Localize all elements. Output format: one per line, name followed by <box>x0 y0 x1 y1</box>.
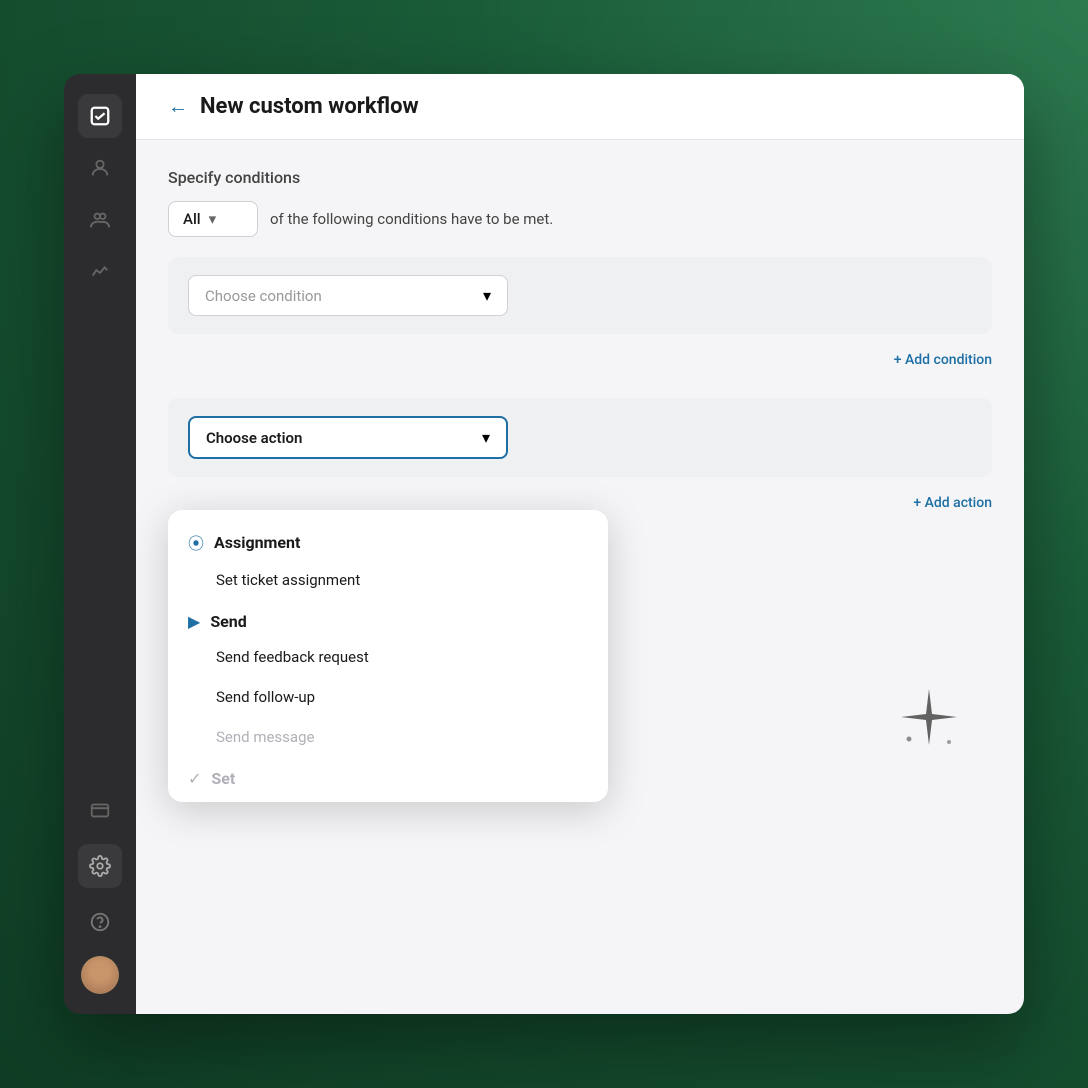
dropdown-item-set-ticket-assignment[interactable]: Set ticket assignment <box>168 560 608 600</box>
action-dropdown-label: Choose action <box>206 429 302 447</box>
set-check-icon: ✓ <box>188 769 201 788</box>
sidebar-item-analytics[interactable] <box>78 250 122 294</box>
assignment-group-label: Assignment <box>214 533 300 552</box>
back-button[interactable]: ← <box>168 94 188 119</box>
sidebar <box>64 74 136 1014</box>
filter-select[interactable]: All ▾ <box>168 201 258 237</box>
dropdown-group-send: ▶ Send <box>168 600 608 637</box>
page-title: New custom workflow <box>200 94 419 119</box>
sidebar-bottom <box>78 788 122 994</box>
sidebar-item-agent[interactable] <box>78 146 122 190</box>
conditions-section-label: Specify conditions <box>168 168 992 187</box>
sidebar-item-check[interactable] <box>78 94 122 138</box>
header: ← New custom workflow <box>136 74 1024 140</box>
sidebar-item-settings[interactable] <box>78 844 122 888</box>
condition-dropdown[interactable]: Choose condition ▾ <box>188 275 508 316</box>
send-icon: ▶ <box>188 612 200 631</box>
sidebar-item-help[interactable] <box>78 900 122 944</box>
sidebar-item-billing[interactable] <box>78 788 122 832</box>
dropdown-popup-inner: ⦿ Assignment Set ticket assignment ▶ Sen… <box>168 510 608 802</box>
sparkle-decoration <box>894 684 964 754</box>
avatar-image <box>81 956 119 994</box>
condition-description: of the following conditions have to be m… <box>270 210 553 228</box>
main-content: ← New custom workflow Specify conditions… <box>136 74 1024 1014</box>
action-dropdown-popup: ⦿ Assignment Set ticket assignment ▶ Sen… <box>168 510 608 802</box>
action-dropdown[interactable]: Choose action ▾ <box>188 416 508 459</box>
dropdown-item-send-message: Send message <box>168 717 608 757</box>
sidebar-item-users[interactable] <box>78 198 122 242</box>
content-area: Specify conditions All ▾ of the followin… <box>136 140 1024 1014</box>
condition-chevron-icon: ▾ <box>483 286 491 305</box>
dropdown-item-send-followup[interactable]: Send follow-up <box>168 677 608 717</box>
radio-selected-icon: ⦿ <box>188 530 204 554</box>
set-group-label: Set <box>211 769 235 788</box>
send-group-label: Send <box>210 612 246 631</box>
dropdown-group-set: ✓ Set <box>168 757 608 794</box>
avatar[interactable] <box>81 956 119 994</box>
dropdown-group-assignment: ⦿ Assignment <box>168 518 608 560</box>
add-condition-link[interactable]: + Add condition <box>168 342 992 378</box>
chevron-down-icon: ▾ <box>209 210 217 228</box>
condition-placeholder: Choose condition <box>205 287 322 305</box>
conditions-row: All ▾ of the following conditions have t… <box>168 201 992 237</box>
condition-card: Choose condition ▾ <box>168 257 992 334</box>
dropdown-item-send-feedback[interactable]: Send feedback request <box>168 637 608 677</box>
action-chevron-icon: ▾ <box>482 428 490 447</box>
action-card: Choose action ▾ <box>168 398 992 477</box>
app-window: ← New custom workflow Specify conditions… <box>64 74 1024 1014</box>
filter-value: All <box>183 210 201 228</box>
